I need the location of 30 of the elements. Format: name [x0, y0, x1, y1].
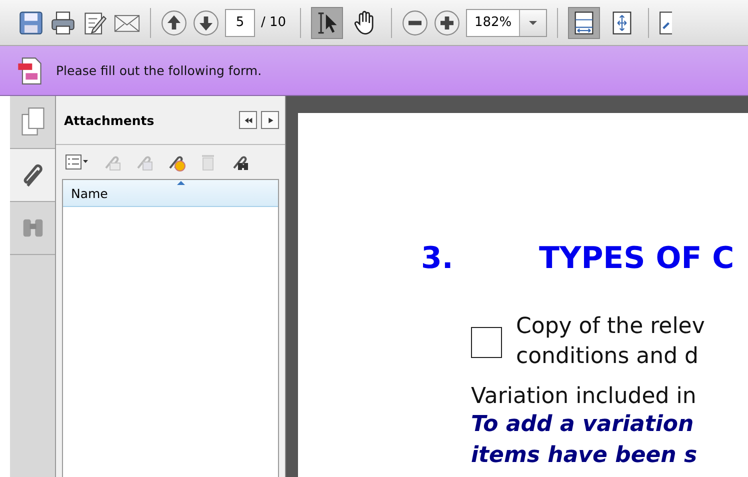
checkbox[interactable] — [471, 326, 502, 358]
attachments-button[interactable] — [10, 149, 55, 202]
zoom-dropdown[interactable]: 182% — [466, 8, 548, 36]
sort-arrow-icon — [177, 181, 185, 185]
pages-icon — [20, 107, 46, 137]
select-tool-button[interactable] — [311, 6, 344, 38]
panel-title: Attachments — [64, 112, 156, 128]
zoom-out-icon[interactable] — [402, 10, 428, 36]
name-column-header[interactable]: Name — [63, 180, 278, 207]
fit-page-button[interactable] — [568, 6, 600, 38]
print-icon[interactable] — [50, 10, 76, 36]
checkbox-label: Copy of the relev conditions and d — [516, 313, 705, 371]
caret-icon — [529, 20, 538, 24]
paragraph-text: Variation included in — [471, 384, 698, 409]
page-number-field[interactable]: 5 — [225, 8, 255, 36]
arrow-up-icon[interactable] — [161, 10, 187, 36]
arrow-down-icon[interactable] — [193, 10, 219, 36]
instruction-text: To add a variation items have been s — [471, 411, 698, 470]
section-number: 3. — [421, 241, 454, 276]
message-text: Please fill out the following form. — [56, 63, 262, 78]
options-menu-button[interactable] — [64, 154, 90, 170]
toolbar-icon[interactable] — [659, 10, 672, 36]
save-icon[interactable] — [18, 10, 44, 36]
collapse-button[interactable] — [239, 111, 257, 129]
zoom-in-icon[interactable] — [434, 10, 460, 36]
expand-button[interactable] — [261, 111, 279, 129]
section-heading: TYPES OF C — [539, 241, 734, 276]
edit-document-icon[interactable] — [82, 10, 108, 36]
page-total: / 10 — [261, 15, 286, 30]
form-icon — [16, 56, 44, 84]
